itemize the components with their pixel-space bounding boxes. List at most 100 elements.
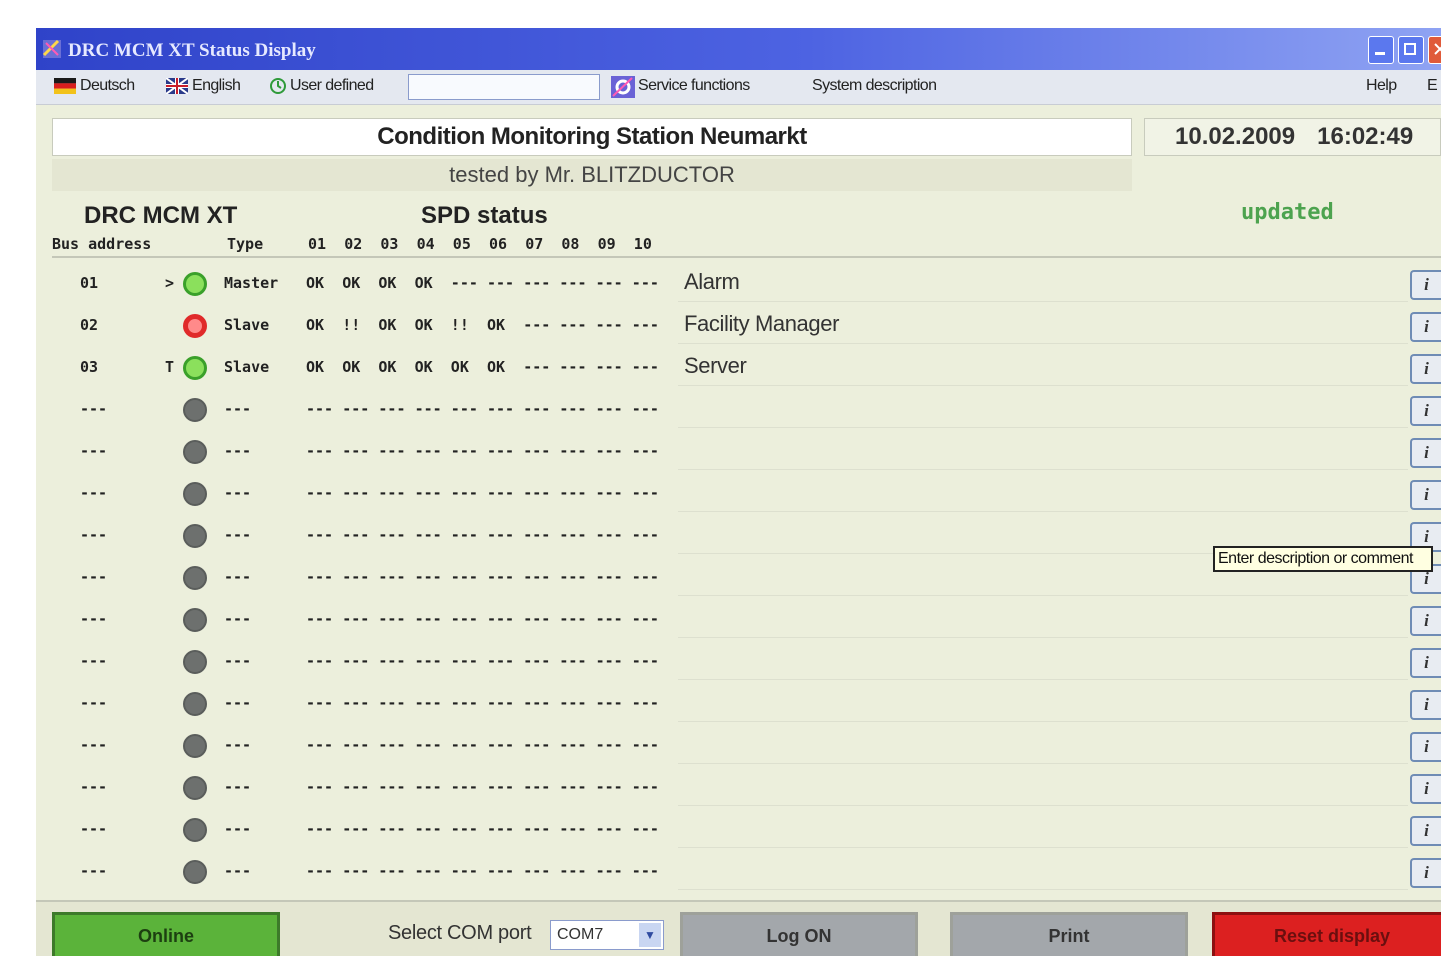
com-port-select[interactable]: COM7 ▼ <box>550 920 664 950</box>
status-led-icon <box>183 818 207 842</box>
spd-status-cell: --- <box>306 652 334 670</box>
info-button[interactable]: i <box>1410 312 1441 342</box>
description-field[interactable] <box>678 854 1408 890</box>
spd-status-cell: --- <box>631 820 659 838</box>
table-row: --- --- --- --- --- --- --- --- --- --- --- --- i <box>36 600 1441 642</box>
spd-status-cell: --- <box>631 568 659 586</box>
print-button[interactable]: Print <box>950 912 1188 956</box>
spd-status-cell: --- <box>631 736 659 754</box>
device-type: --- <box>224 862 252 880</box>
info-button[interactable]: i <box>1410 732 1441 762</box>
spd-status-cell: --- <box>523 820 551 838</box>
spd-status-cell: --- <box>342 820 370 838</box>
reset-display-button[interactable]: Reset display <box>1212 912 1441 956</box>
table-row: --- --- --- --- --- --- --- --- --- --- --- --- i <box>36 726 1441 768</box>
log-on-button[interactable]: Log ON <box>680 912 918 956</box>
info-button[interactable]: i <box>1410 396 1441 426</box>
info-button[interactable]: i <box>1410 270 1441 300</box>
description-field[interactable]: Facility Manager <box>678 308 1408 344</box>
spd-status-cell: --- <box>559 862 587 880</box>
description-field[interactable] <box>678 476 1408 512</box>
menu-exit[interactable]: E <box>1427 77 1438 97</box>
header-spd-1: 01 <box>308 235 327 253</box>
info-button[interactable]: i <box>1410 606 1441 636</box>
close-button[interactable] <box>1428 36 1441 64</box>
spd-status-cell: --- <box>450 400 478 418</box>
spd-status-cell: --- <box>306 694 334 712</box>
spd-status-cell: --- <box>378 652 406 670</box>
info-button[interactable]: i <box>1410 438 1441 468</box>
device-type: --- <box>224 568 252 586</box>
spd-status-cell: --- <box>342 568 370 586</box>
spd-status-cell: --- <box>306 442 334 460</box>
spd-status-cell: OK <box>450 358 469 376</box>
menu-system-description[interactable]: System description <box>812 77 937 97</box>
spd-status-cell: --- <box>559 694 587 712</box>
table-row: --- --- --- --- --- --- --- --- --- --- --- --- i <box>36 852 1441 894</box>
spd-status-cell: --- <box>414 526 442 544</box>
info-button[interactable]: i <box>1410 354 1441 384</box>
com-port-value: COM7 <box>557 926 604 943</box>
status-led-icon <box>183 566 207 590</box>
spd-status-cell: --- <box>559 610 587 628</box>
description-field[interactable] <box>678 686 1408 722</box>
spd-status-cell: --- <box>487 820 515 838</box>
spd-status-cell: --- <box>487 778 515 796</box>
spd-status-cell: --- <box>487 862 515 880</box>
description-field[interactable] <box>678 602 1408 638</box>
station-title[interactable]: Condition Monitoring Station Neumarkt <box>52 118 1132 156</box>
footer-bar: Online Select COM port COM7 ▼ Log ON Pri… <box>36 900 1441 956</box>
spd-status-cell: --- <box>631 526 659 544</box>
description-field[interactable] <box>678 392 1408 428</box>
chevron-down-icon[interactable]: ▼ <box>639 923 661 947</box>
spd-status-cell: --- <box>523 694 551 712</box>
spd-status-cell: --- <box>523 274 551 292</box>
info-button[interactable]: i <box>1410 690 1441 720</box>
header-spd-columns: 01 02 03 04 05 06 07 08 09 10 <box>308 235 668 255</box>
spd-status-cell: OK <box>487 358 506 376</box>
menu-help[interactable]: Help <box>1366 77 1397 97</box>
header-spd-3: 03 <box>380 235 399 253</box>
info-button[interactable]: i <box>1410 480 1441 510</box>
spd-status-cell: --- <box>342 610 370 628</box>
description-field[interactable]: Alarm <box>678 266 1408 302</box>
spd-status-cell: --- <box>523 652 551 670</box>
spd-status-cell: --- <box>414 610 442 628</box>
description-field[interactable] <box>678 770 1408 806</box>
spd-status-cell: --- <box>487 484 515 502</box>
menu-deutsch[interactable]: Deutsch <box>80 77 135 97</box>
spd-status-cell: OK <box>342 358 361 376</box>
description-field[interactable] <box>678 728 1408 764</box>
menu-english[interactable]: English <box>192 77 241 97</box>
online-button[interactable]: Online <box>52 912 280 956</box>
spd-status-cell: --- <box>559 568 587 586</box>
spd-status-cell: --- <box>450 526 478 544</box>
info-button[interactable]: i <box>1410 858 1441 888</box>
menu-user-defined[interactable]: User defined <box>290 77 374 97</box>
spd-status-cell: --- <box>631 862 659 880</box>
spd-status-cell: --- <box>378 820 406 838</box>
status-led-icon <box>183 776 207 800</box>
device-type: Master <box>224 274 279 292</box>
info-button[interactable]: i <box>1410 648 1441 678</box>
info-button[interactable]: i <box>1410 774 1441 804</box>
description-field[interactable]: Server <box>678 350 1408 386</box>
description-field[interactable] <box>678 434 1408 470</box>
english-flag-icon <box>166 78 188 94</box>
user-defined-input[interactable] <box>408 74 600 100</box>
bus-address: --- <box>80 736 108 754</box>
row-marker: T <box>165 358 175 376</box>
spd-status-cell: --- <box>378 400 406 418</box>
spd-status-cell: --- <box>523 568 551 586</box>
description-field[interactable] <box>678 812 1408 848</box>
description-field[interactable] <box>678 644 1408 680</box>
tooltip: Enter description or comment <box>1213 546 1433 572</box>
menu-service-functions[interactable]: Service functions <box>638 77 750 97</box>
tested-by-field[interactable]: tested by Mr. BLITZDUCTOR <box>52 159 1132 191</box>
spd-status-cell: --- <box>559 400 587 418</box>
device-type: Slave <box>224 316 270 334</box>
device-type: --- <box>224 610 252 628</box>
maximize-button[interactable] <box>1398 36 1424 64</box>
minimize-button[interactable] <box>1368 36 1394 64</box>
info-button[interactable]: i <box>1410 816 1441 846</box>
